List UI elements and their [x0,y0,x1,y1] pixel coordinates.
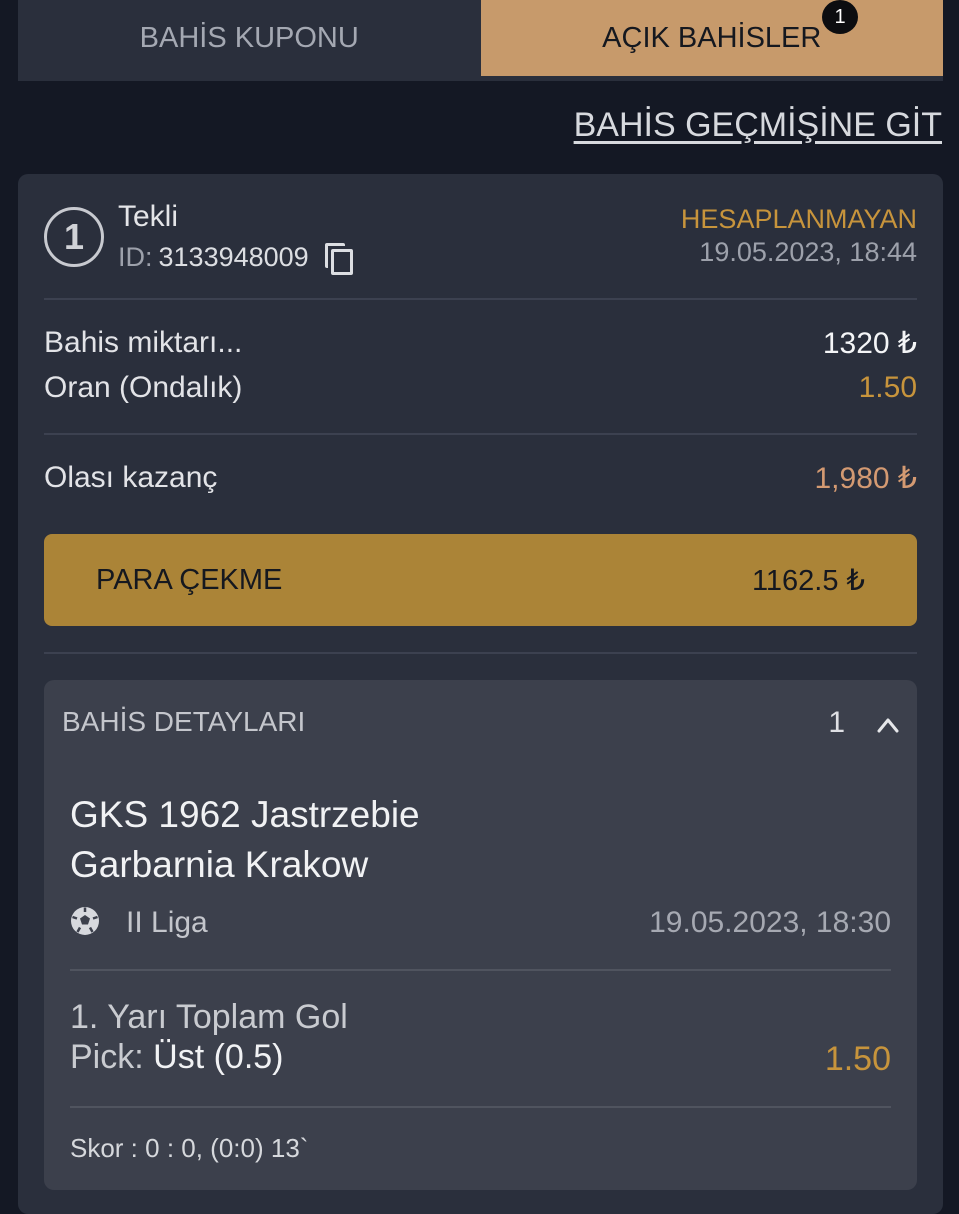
bet-card: 1 Tekli ID: 3133948009 HESAPLANMAYAN 19.… [18,174,943,1214]
bet-history-link[interactable]: BAHİS GEÇMİŞİNE GİT [574,106,942,145]
bet-type: Tekli [118,200,179,233]
tab-open-bets-label: AÇIK BAHİSLER [602,21,822,54]
bet-details-panel: BAHİS DETAYLARI 1 GKS 1962 Jastrzebie Ga… [44,680,917,1190]
pick-label: Pick: [70,1038,144,1076]
bet-id-value: 3133948009 [158,242,309,272]
stake-value: 1320 ₺ [822,327,917,360]
chevron-up-icon[interactable] [877,714,899,736]
copy-icon[interactable] [324,242,353,275]
divider [70,969,891,971]
divider [70,1106,891,1108]
league-name: II Liga [126,906,208,939]
open-bets-count-badge: 1 [822,0,858,34]
cashout-button[interactable]: PARA ÇEKME 1162.5 ₺ [44,534,917,626]
bet-details-title: BAHİS DETAYLARI [62,706,306,737]
bet-tabs: BAHİS KUPONU AÇIK BAHİSLER [18,0,943,76]
market-name: 1. Yarı Toplam Gol [70,998,348,1036]
potential-win-label: Olası kazanç [44,461,218,494]
odds-label: Oran (Ondalık) [44,371,243,404]
bet-number-circle: 1 [44,207,104,267]
tab-open-bets[interactable]: AÇIK BAHİSLER [480,0,943,76]
divider [44,652,917,654]
pick-odds: 1.50 [824,1040,891,1078]
stake-label: Bahis miktarı... [44,326,243,359]
bet-status: HESAPLANMAYAN [680,204,917,234]
divider [44,433,917,435]
tab-bet-coupon-label: BAHİS KUPONU [139,21,359,54]
pick-value: Üst (0.5) [153,1038,284,1076]
potential-win-value: 1,980 ₺ [814,462,918,495]
divider [44,298,917,300]
bet-id-label: ID: [118,242,153,272]
odds-value: 1.50 [858,371,917,404]
cashout-value: 1162.5 ₺ [751,564,865,597]
bet-id-row: ID: 3133948009 [118,242,353,275]
cashout-label: PARA ÇEKME [96,563,283,596]
event-datetime: 19.05.2023, 18:30 [649,906,891,939]
away-team: Garbarnia Krakow [70,844,369,885]
bet-details-count: 1 [828,706,845,739]
live-score: Skor : 0 : 0, (0:0) 13` [70,1133,309,1163]
tab-bet-coupon[interactable]: BAHİS KUPONU [18,0,481,76]
bet-datetime: 19.05.2023, 18:44 [699,237,917,267]
tab-underline [18,76,943,81]
home-team: GKS 1962 Jastrzebie [70,794,420,835]
soccer-ball-icon [71,907,99,935]
pick-row: Pick: Üst (0.5) [70,1038,284,1077]
